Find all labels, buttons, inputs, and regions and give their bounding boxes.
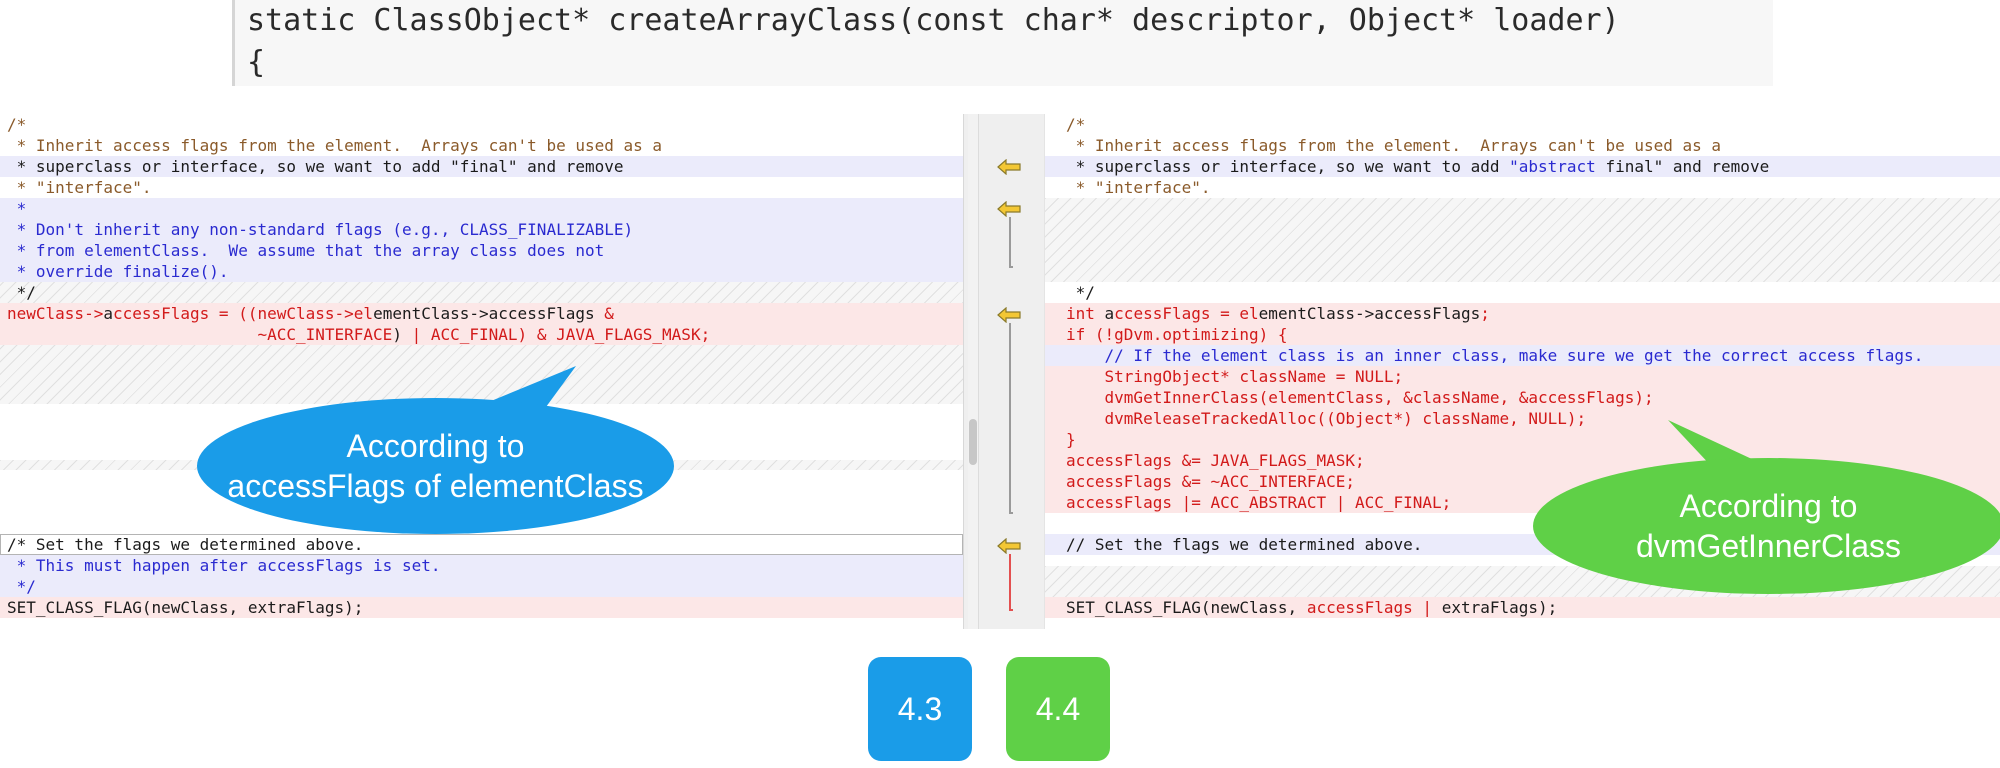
code-line: * superclass or interface, so we want to… <box>0 156 963 177</box>
annotation-line: According to <box>1679 488 1858 524</box>
code-line: * This must happen after accessFlags is … <box>0 555 963 576</box>
merge-arrow-icon[interactable] <box>997 307 1021 323</box>
code-line: // If the element class is an inner clas… <box>1045 345 2000 366</box>
code-token: * superclass or interface, so we want to… <box>7 157 624 176</box>
merge-arrow-icon[interactable] <box>997 159 1021 175</box>
scroll-thumb[interactable] <box>969 419 977 465</box>
change-bracket <box>1009 323 1013 514</box>
code-line: * <box>0 198 963 219</box>
annotation-line: According to <box>346 428 525 464</box>
code-token: /* Set the flags we determined above. <box>7 535 364 554</box>
code-token: ; <box>1480 304 1490 323</box>
code-token: ccessFlags = ((newClass->el <box>112 304 374 323</box>
code-line: * "interface". <box>0 177 963 198</box>
opening-brace: { <box>247 45 266 80</box>
code-token: accessFlags |= ACC_ABSTRACT | ACC_FINAL; <box>1066 493 1452 512</box>
code-line: StringObject* className = NULL; <box>1045 366 2000 387</box>
code-token: dvmReleaseTrackedAlloc((Object*) classNa… <box>1066 409 1587 428</box>
code-token: accessFlags | <box>1306 598 1442 617</box>
code-token: * superclass or interface, so we want to… <box>1066 157 1510 176</box>
code-line: dvmGetInnerClass(elementClass, &classNam… <box>1045 387 2000 408</box>
code-token: "abstract <box>1509 157 1596 176</box>
code-token: SET_CLASS_FLAG(newClass, <box>1066 598 1307 617</box>
code-token: | ACC_FINAL) & JAVA_FLAGS_MASK; <box>401 325 711 344</box>
code-token: /* <box>7 115 27 134</box>
code-line: } <box>1045 429 2000 450</box>
code-token: a <box>1104 304 1115 323</box>
code-token: final" and remove <box>1595 157 1770 176</box>
code-line: * Inherit access flags from the element.… <box>1045 135 2000 156</box>
code-token: } <box>1066 430 1076 449</box>
code-token: ementClass->accessFlags <box>1258 304 1481 323</box>
code-token: accessFlags &= ~ACC_INTERFACE; <box>1066 472 1355 491</box>
function-signature-header: static ClassObject* createArrayClass(con… <box>232 0 1773 86</box>
code-line: /* Set the flags we determined above. <box>0 534 963 555</box>
diff-gap-hatch <box>1045 198 2000 282</box>
code-token: accessFlags &= JAVA_FLAGS_MASK; <box>1066 451 1365 470</box>
code-token: * override finalize(). <box>7 262 229 281</box>
code-token: * "interface". <box>1066 178 1211 197</box>
code-line: */ <box>0 576 963 597</box>
version-4-3-button[interactable]: 4.3 <box>868 657 972 761</box>
code-line: SET_CLASS_FLAG(newClass, extraFlags); <box>0 597 963 618</box>
code-token: StringObject* className = NULL; <box>1066 367 1404 386</box>
vertical-scrollbar[interactable] <box>968 114 979 629</box>
code-line: * "interface". <box>1045 177 2000 198</box>
code-token: ccessFlags = el <box>1114 304 1259 323</box>
code-token: dvmGetInnerClass(elementClass, &classNam… <box>1066 388 1654 407</box>
code-line: * Don't inherit any non-standard flags (… <box>0 219 963 240</box>
code-line: * superclass or interface, so we want to… <box>1045 156 2000 177</box>
code-token: ementClass->accessFlags <box>373 304 605 323</box>
diff-gutter <box>963 114 1045 629</box>
code-token: * from elementClass. We assume that the … <box>7 241 605 260</box>
code-line: */ <box>1045 282 2000 303</box>
merge-arrow-icon[interactable] <box>997 538 1021 554</box>
code-token: ~ACC_INTERFACE <box>7 325 393 344</box>
code-line: /* <box>1045 114 2000 135</box>
code-line: if (!gDvm.optimizing) { <box>1045 324 2000 345</box>
code-token: */ <box>7 283 36 302</box>
code-line: newClass->accessFlags = ((newClass->elem… <box>0 303 963 324</box>
code-line: int accessFlags = elementClass->accessFl… <box>1045 303 2000 324</box>
change-bracket <box>1009 554 1013 611</box>
annotation-bubble-right: According to dvmGetInnerClass <box>1533 458 2000 594</box>
version-4-4-button[interactable]: 4.4 <box>1006 657 1110 761</box>
code-token: int <box>1066 304 1105 323</box>
function-signature: static ClassObject* createArrayClass(con… <box>247 3 1620 38</box>
code-line: ~ACC_INTERFACE) | ACC_FINAL) & JAVA_FLAG… <box>0 324 963 345</box>
code-token: a <box>103 304 113 323</box>
code-line: dvmReleaseTrackedAlloc((Object*) classNa… <box>1045 408 2000 429</box>
code-line: * override finalize(). <box>0 261 963 282</box>
code-token: * <box>7 199 27 218</box>
code-token: // Set the flags we determined above. <box>1066 535 1423 554</box>
code-token: & <box>604 304 614 323</box>
code-token: */ <box>1066 283 1095 302</box>
code-line: SET_CLASS_FLAG(newClass, accessFlags | e… <box>1045 597 2000 618</box>
code-token: // If the element class is an inner clas… <box>1066 346 1924 365</box>
annotation-line: accessFlags of elementClass <box>227 468 644 504</box>
annotation-line: dvmGetInnerClass <box>1636 528 1901 564</box>
annotation-bubble-left: According to accessFlags of elementClass <box>197 398 674 534</box>
code-token: newClass-> <box>7 304 104 323</box>
code-token: * This must happen after accessFlags is … <box>7 556 441 575</box>
code-line: /* <box>0 114 963 135</box>
code-token: /* <box>1066 115 1086 134</box>
code-line: * Inherit access flags from the element.… <box>0 135 963 156</box>
code-token: SET_CLASS_FLAG(newClass, extraFlags); <box>7 598 364 617</box>
code-token: ) <box>392 325 402 344</box>
code-token: if (!gDvm.optimizing) { <box>1066 325 1288 344</box>
code-token: * Don't inherit any non-standard flags (… <box>7 220 634 239</box>
code-token: */ <box>7 577 36 596</box>
code-line: */ <box>0 282 963 303</box>
merge-arrow-icon[interactable] <box>997 201 1021 217</box>
code-token: * Inherit access flags from the element.… <box>7 136 663 155</box>
code-line: * from elementClass. We assume that the … <box>0 240 963 261</box>
code-token: extraFlags); <box>1441 598 1558 617</box>
code-token: * Inherit access flags from the element.… <box>1066 136 1722 155</box>
change-bracket <box>1009 217 1013 268</box>
code-token: * "interface". <box>7 178 152 197</box>
